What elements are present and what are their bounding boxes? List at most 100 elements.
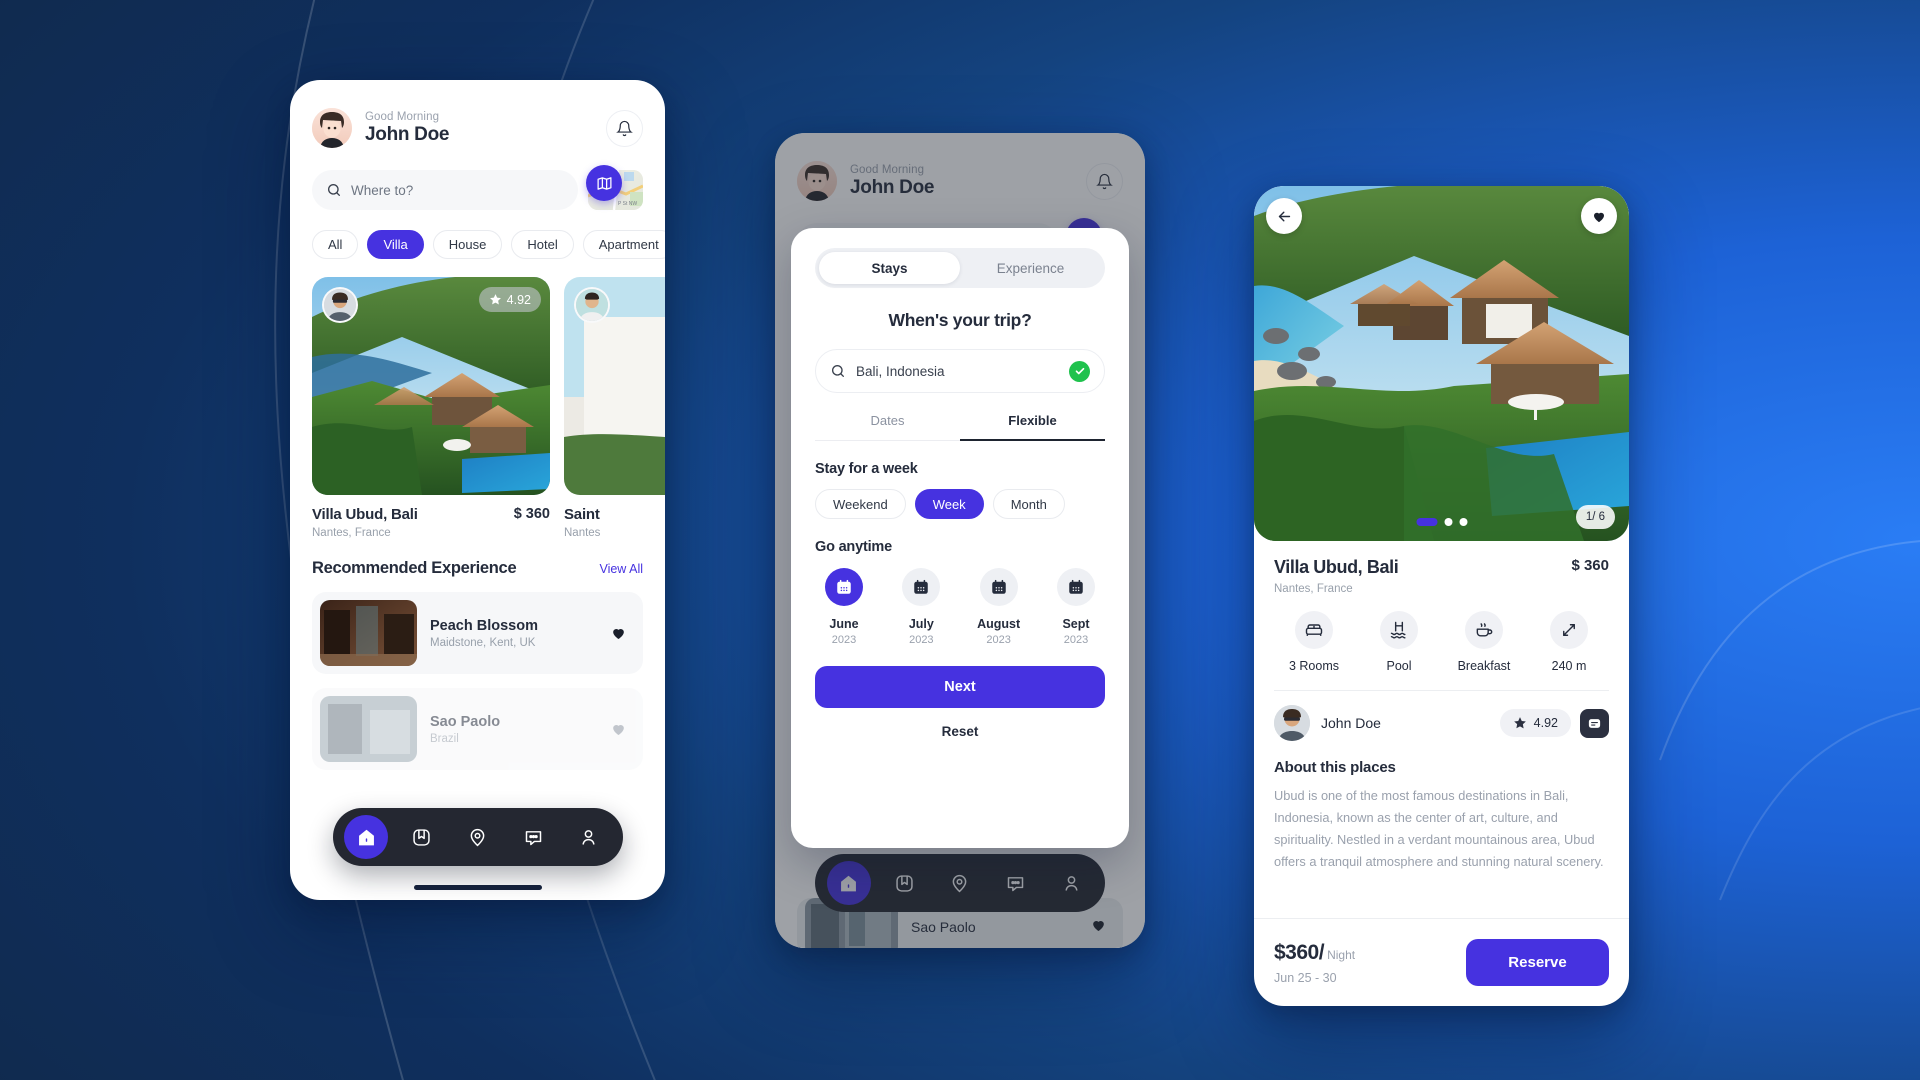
property-image: 4.92 xyxy=(312,277,550,495)
experience-image xyxy=(320,696,417,762)
month-year: 2023 xyxy=(986,634,1011,646)
feature-label: Pool xyxy=(1386,659,1412,673)
month-selector: June 2023 July 2023 August 2023 Sept 202… xyxy=(815,568,1105,646)
destination-input[interactable]: Bali, Indonesia xyxy=(815,349,1105,393)
month-option-sept[interactable]: Sept 2023 xyxy=(1047,568,1105,646)
favorite-button[interactable] xyxy=(1581,198,1617,234)
property-card[interactable]: Saint Nantes xyxy=(564,277,665,539)
month-option-august[interactable]: August 2023 xyxy=(970,568,1028,646)
host-avatar xyxy=(574,287,610,323)
coffee-cup-icon xyxy=(1474,620,1494,640)
tab-experience[interactable]: Experience xyxy=(960,252,1101,284)
expand-arrows-icon xyxy=(1560,621,1578,639)
feature-area: 240 m xyxy=(1533,611,1605,673)
search-input[interactable]: Where to? xyxy=(312,170,578,210)
property-card-footer: Villa Ubud, Bali Nantes, France $ 360 xyxy=(312,506,550,539)
filter-chip-villa[interactable]: Villa xyxy=(367,230,424,259)
next-button[interactable]: Next xyxy=(815,666,1105,708)
destination-value: Bali, Indonesia xyxy=(856,363,945,379)
message-host-button[interactable] xyxy=(1580,708,1609,738)
bookmark-icon xyxy=(411,827,432,848)
chat-bubble-icon xyxy=(523,827,544,848)
reset-button[interactable]: Reset xyxy=(815,724,1105,739)
search-row: Where to? P St NW xyxy=(312,165,643,210)
stay-length-title: Stay for a week xyxy=(815,461,918,477)
tab-location[interactable] xyxy=(455,815,499,859)
experience-name: Sao Paolo xyxy=(430,713,501,730)
property-title: Saint xyxy=(564,506,600,523)
trip-modal-phone: Good Morning John Doe Sao Paolo Stays Ex… xyxy=(775,133,1145,948)
bed-icon xyxy=(1304,620,1324,640)
host-name: John Doe xyxy=(1321,715,1381,731)
carousel-dot-active[interactable] xyxy=(1416,518,1437,526)
star-icon xyxy=(1513,716,1527,730)
trip-bottom-sheet: Stays Experience When's your trip? Bali,… xyxy=(791,228,1129,848)
filter-chip-hotel[interactable]: Hotel xyxy=(511,230,574,259)
feature-icon-wrap xyxy=(1380,611,1418,649)
property-card[interactable]: 4.92 Villa Ubud, Bali Nantes, France $ 3… xyxy=(312,277,550,539)
tab-dates[interactable]: Dates xyxy=(815,413,960,441)
user-name: John Doe xyxy=(365,123,450,145)
home-screen-phone: Good Morning John Doe Where to? P St NW … xyxy=(290,80,665,900)
filter-chip-house[interactable]: House xyxy=(432,230,503,259)
feature-icon-wrap xyxy=(1295,611,1333,649)
month-option-july[interactable]: July 2023 xyxy=(892,568,950,646)
host-rating-value: 4.92 xyxy=(1533,716,1558,730)
calendar-icon xyxy=(991,579,1006,594)
notification-button[interactable] xyxy=(606,109,643,147)
back-button[interactable] xyxy=(1266,198,1302,234)
reserve-unit: Night xyxy=(1327,947,1356,962)
property-price: $ 360 xyxy=(513,506,550,522)
feature-breakfast: Breakfast xyxy=(1448,611,1520,673)
reserve-button[interactable]: Reserve xyxy=(1466,939,1609,986)
stay-option-weekend[interactable]: Weekend xyxy=(815,489,906,519)
search-placeholder: Where to? xyxy=(351,182,414,198)
tab-profile[interactable] xyxy=(567,815,611,859)
stay-option-month[interactable]: Month xyxy=(992,489,1065,519)
page-title: Villa Ubud, Bali xyxy=(1274,557,1399,577)
filter-chip-apartment[interactable]: Apartment xyxy=(582,230,665,259)
tab-stays[interactable]: Stays xyxy=(819,252,960,284)
experience-image xyxy=(320,600,417,666)
host-rating: 4.92 xyxy=(1499,709,1571,737)
calendar-icon xyxy=(837,579,851,594)
property-card-list: 4.92 Villa Ubud, Bali Nantes, France $ 3… xyxy=(312,277,665,539)
filter-chip-all[interactable]: All xyxy=(312,230,359,259)
pool-icon xyxy=(1389,620,1409,640)
tab-chat[interactable] xyxy=(511,815,555,859)
tab-home[interactable] xyxy=(344,815,389,859)
favorite-button[interactable] xyxy=(610,625,627,641)
svg-text:P St NW: P St NW xyxy=(618,201,637,207)
month-year: 2023 xyxy=(831,634,857,646)
experience-card[interactable]: Peach Blossom Maidstone, Kent, UK xyxy=(312,592,643,674)
property-location: Nantes xyxy=(564,527,601,539)
carousel-dots[interactable] xyxy=(1416,518,1467,526)
view-all-link[interactable]: View All xyxy=(599,562,643,576)
section-title: Recommended Experience xyxy=(312,559,517,577)
sheet-heading: When's your trip? xyxy=(888,310,1032,330)
stay-length-options: Weekend Week Month xyxy=(815,489,1105,519)
avatar[interactable] xyxy=(1274,705,1310,741)
stay-option-week[interactable]: Week xyxy=(914,489,984,519)
month-option-june[interactable]: June 2023 xyxy=(815,568,873,646)
feature-icon-wrap xyxy=(1550,611,1588,649)
map-button[interactable] xyxy=(586,165,622,201)
favorite-button[interactable] xyxy=(610,721,627,737)
carousel-dot[interactable] xyxy=(1444,518,1452,526)
month-name: August xyxy=(977,617,1021,631)
experience-card[interactable]: Sao Paolo Brazil xyxy=(312,688,643,770)
detail-screen-phone: 1/ 6 Villa Ubud, Bali Nantes, France $ 3… xyxy=(1254,186,1629,1006)
avatar[interactable] xyxy=(312,108,352,148)
feature-rooms: 3 Rooms xyxy=(1278,611,1350,673)
feature-label: 240 m xyxy=(1551,659,1587,673)
tab-bookmarks[interactable] xyxy=(400,815,444,859)
location-pin-icon xyxy=(467,827,488,848)
feature-list: 3 Rooms Pool Breakfast 240 m xyxy=(1274,611,1609,673)
month-year: 2023 xyxy=(1063,634,1089,646)
carousel-dot[interactable] xyxy=(1459,518,1467,526)
property-image xyxy=(564,277,665,495)
month-year: 2023 xyxy=(909,634,934,646)
feature-label: Breakfast xyxy=(1457,659,1511,673)
tab-flexible[interactable]: Flexible xyxy=(960,413,1105,441)
calendar-icon xyxy=(914,579,929,594)
